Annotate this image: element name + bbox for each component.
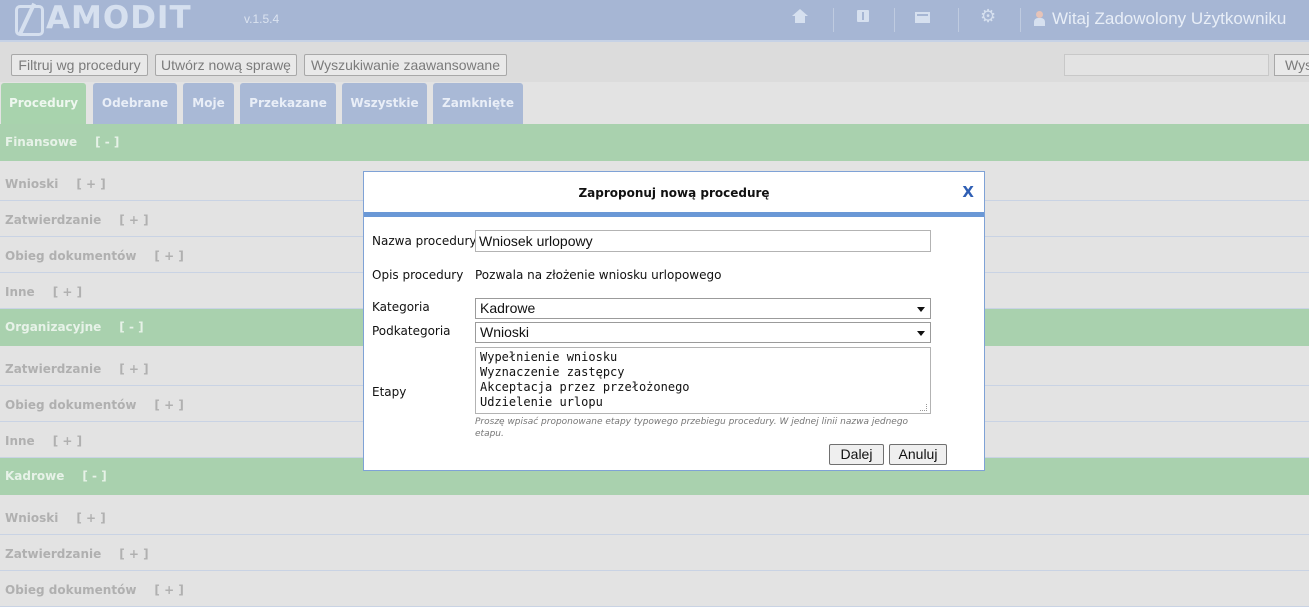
collapse-toggle[interactable]: [ - ]	[82, 469, 106, 483]
dialog-header: Zaproponuj nową procedurę X	[364, 172, 984, 217]
expand-toggle[interactable]: [ + ]	[154, 398, 183, 412]
subcategory-name: Obieg dokumentów	[5, 249, 137, 263]
expand-toggle[interactable]: [ + ]	[119, 213, 148, 227]
create-new-case-button[interactable]: Utwórz nową sprawę	[155, 54, 297, 76]
stages-hint: Proszę wpisać proponowane etapy typowego…	[475, 417, 909, 439]
expand-toggle[interactable]: [ + ]	[53, 285, 82, 299]
category-name: Finansowe	[5, 135, 78, 149]
expand-toggle[interactable]: [ + ]	[53, 434, 82, 448]
subcategory-select-value: Wnioski	[480, 324, 530, 340]
logo-icon	[15, 5, 44, 36]
app-version: v.1.5.4	[244, 12, 280, 26]
tab-odebrane[interactable]: Odebrane	[93, 83, 177, 124]
subcategory-name: Zatwierdzanie	[5, 362, 102, 376]
expand-toggle[interactable]: [ + ]	[119, 547, 148, 561]
help-book-icon[interactable]	[856, 9, 872, 25]
close-button[interactable]: X	[962, 183, 974, 201]
header-divider	[1020, 8, 1021, 32]
procedure-description-label: Opis procedury	[372, 268, 464, 282]
resize-handle-icon[interactable]	[920, 404, 927, 411]
tab-zamkniete[interactable]: Zamknięte	[433, 83, 523, 124]
expand-toggle[interactable]: [ + ]	[154, 249, 183, 263]
tab-moje[interactable]: Moje	[183, 83, 234, 124]
stages-label: Etapy	[372, 385, 407, 399]
subcategory-name: Obieg dokumentów	[5, 398, 137, 412]
messages-icon[interactable]	[915, 9, 931, 25]
subcategory-row[interactable]: Wnioski [ + ]	[0, 499, 1309, 535]
search-button[interactable]: Wys	[1274, 54, 1309, 76]
tab-przekazane[interactable]: Przekazane	[240, 83, 336, 124]
stages-textarea[interactable]: Wypełnienie wniosku Wyznaczenie zastępcy…	[475, 347, 931, 414]
user-greeting[interactable]: Witaj Zadowolony Użytkowniku	[1052, 9, 1286, 29]
home-icon[interactable]	[792, 9, 808, 25]
expand-toggle[interactable]: [ + ]	[119, 362, 148, 376]
stage-line: Akceptacja przez przełożonego	[480, 380, 690, 394]
next-button[interactable]: Dalej	[829, 444, 884, 465]
toolbar: Filtruj wg procedury Utwórz nową sprawę …	[0, 42, 1309, 82]
category-label: Kategoria	[372, 300, 430, 314]
new-procedure-dialog: Zaproponuj nową procedurę X Nazwa proced…	[363, 171, 985, 471]
stage-line: Udzielenie urlopu	[480, 395, 603, 409]
advanced-search-button[interactable]: Wyszukiwanie zaawansowane	[304, 54, 507, 76]
app-header: AMODIT v.1.5.4 ⚙ Witaj Zadowolony Użytko…	[0, 0, 1309, 42]
subcategory-name: Wnioski	[5, 177, 59, 191]
subcategory-label: Podkategoria	[372, 324, 451, 338]
app-logo[interactable]: AMODIT	[46, 0, 192, 36]
subcategory-name: Obieg dokumentów	[5, 583, 137, 597]
subcategory-name: Zatwierdzanie	[5, 213, 102, 227]
chevron-down-icon	[917, 331, 925, 336]
subcategory-name: Zatwierdzanie	[5, 547, 102, 561]
expand-toggle[interactable]: [ + ]	[76, 177, 105, 191]
procedure-name-input[interactable]: Wniosek urlopowy	[475, 230, 931, 252]
tab-wszystkie[interactable]: Wszystkie	[342, 83, 427, 124]
category-name: Kadrowe	[5, 469, 65, 483]
procedure-name-label: Nazwa procedury	[372, 234, 477, 248]
subcategory-name: Inne	[5, 285, 35, 299]
dialog-title: Zaproponuj nową procedurę	[578, 186, 770, 200]
cancel-button[interactable]: Anuluj	[889, 444, 947, 465]
header-divider	[958, 8, 959, 32]
filter-by-procedure-button[interactable]: Filtruj wg procedury	[11, 54, 148, 76]
category-select[interactable]: Kadrowe	[475, 298, 931, 319]
subcategory-name: Inne	[5, 434, 35, 448]
subcategory-select[interactable]: Wnioski	[475, 322, 931, 343]
chevron-down-icon	[917, 307, 925, 312]
category-name: Organizacyjne	[5, 320, 102, 334]
collapse-toggle[interactable]: [ - ]	[95, 135, 119, 149]
stage-line: Wypełnienie wniosku	[480, 350, 618, 364]
user-icon	[1032, 11, 1048, 27]
expand-toggle[interactable]: [ + ]	[76, 511, 105, 525]
expand-toggle[interactable]: [ + ]	[154, 583, 183, 597]
subcategory-name: Wnioski	[5, 511, 59, 525]
category-row[interactable]: Finansowe [ - ]	[0, 124, 1309, 161]
category-select-value: Kadrowe	[480, 300, 536, 316]
tab-procedury[interactable]: Procedury	[1, 83, 86, 124]
collapse-toggle[interactable]: [ - ]	[119, 320, 143, 334]
tab-bar: Procedury Odebrane Moje Przekazane Wszys…	[0, 82, 1309, 125]
header-divider	[894, 8, 895, 32]
header-divider	[833, 8, 834, 32]
stage-line: Wyznaczenie zastępcy	[480, 365, 625, 379]
search-input[interactable]	[1064, 54, 1269, 76]
subcategory-row[interactable]: Zatwierdzanie [ + ]	[0, 535, 1309, 571]
settings-gear-icon[interactable]: ⚙	[980, 8, 998, 26]
procedure-description-value: Pozwala na złożenie wniosku urlopowego	[475, 268, 722, 282]
subcategory-row[interactable]: Obieg dokumentów [ + ]	[0, 571, 1309, 607]
